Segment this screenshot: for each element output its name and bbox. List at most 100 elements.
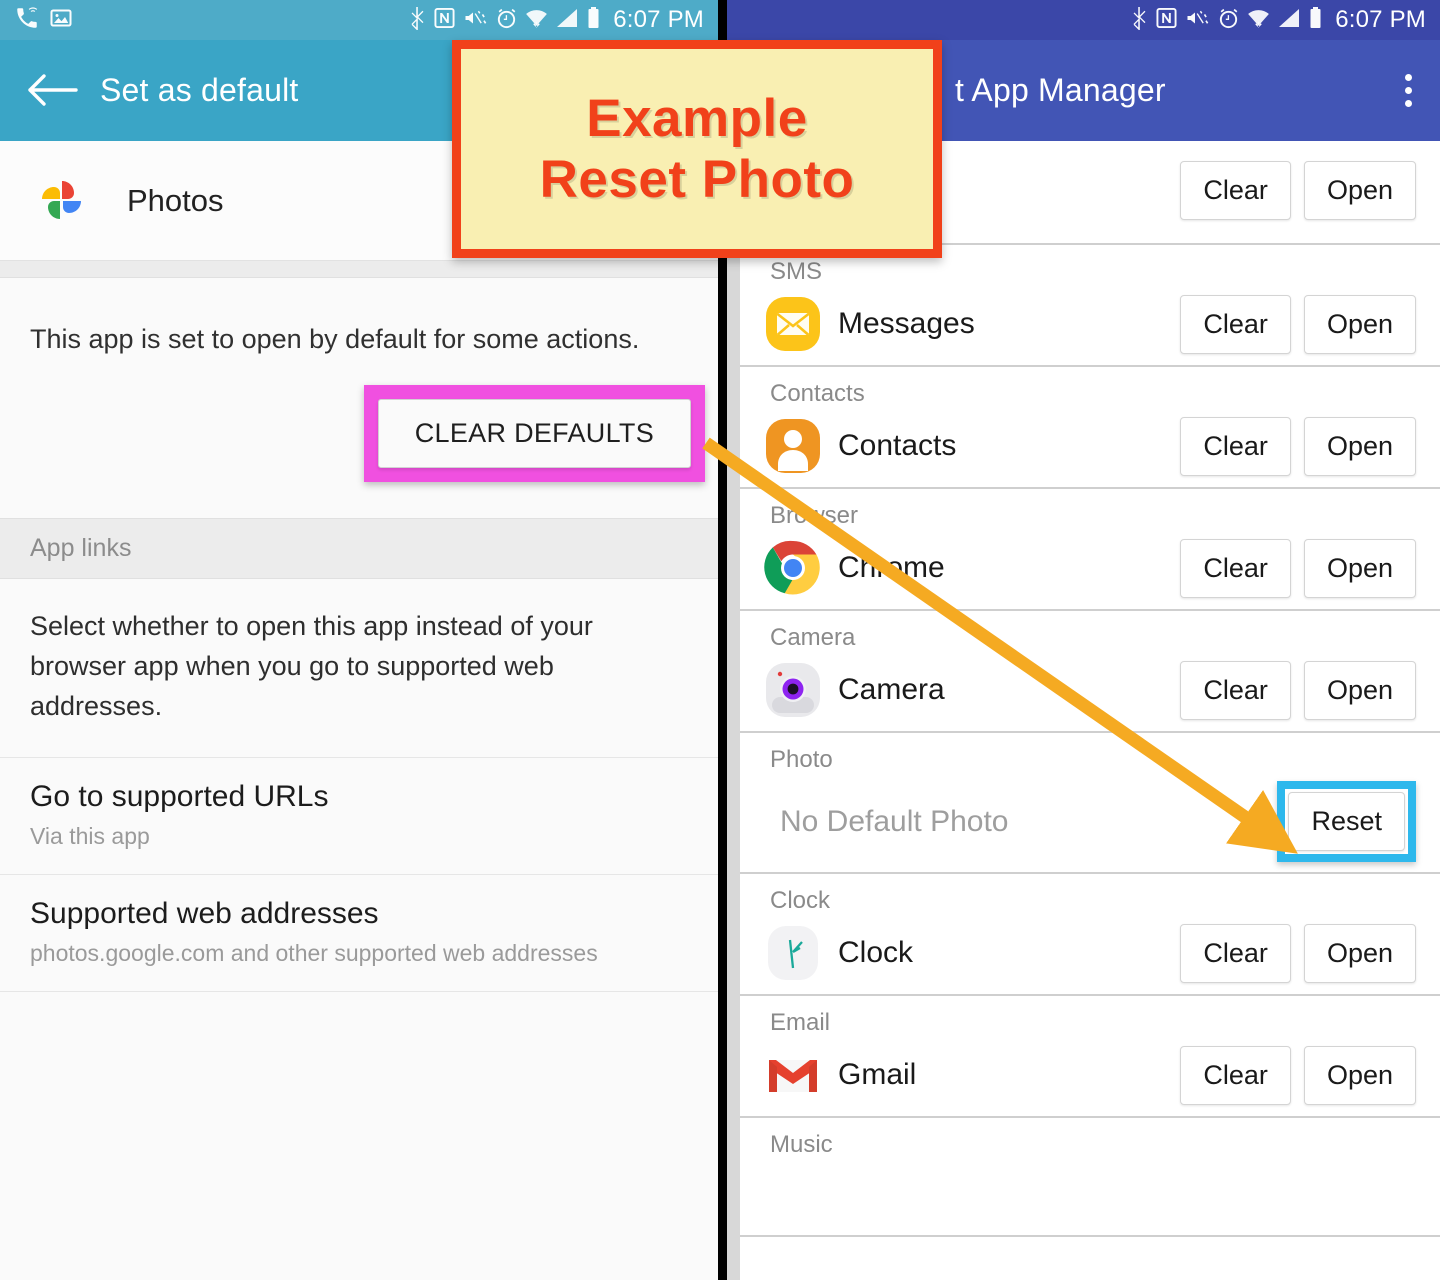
open-button[interactable]: Open [1303, 294, 1416, 354]
right-status-bar: 6:07 PM [727, 0, 1440, 40]
battery-icon [586, 6, 601, 34]
row-actions: Clear Open [1180, 923, 1416, 983]
open-button[interactable]: Open [1303, 160, 1416, 220]
left-status-left-icons [14, 5, 73, 35]
row-app-name: Gmail [838, 1058, 917, 1091]
row-app-name: Contacts [838, 429, 957, 462]
vibrate-mute-icon [1184, 7, 1210, 33]
row-actions: Clear Open [1180, 538, 1416, 598]
list-item[interactable]: SMS Messages Clear Open [740, 245, 1440, 367]
row-actions: Reset [1277, 781, 1416, 862]
row-main: Messages Clear Open [740, 293, 1440, 355]
clear-defaults-button[interactable]: CLEAR DEFAULTS [377, 399, 691, 469]
row-actions: Clear Open [1180, 660, 1416, 720]
row-main: Gmail Clear Open [740, 1044, 1440, 1106]
list-item-subtitle: photos.google.com and other supported we… [30, 939, 598, 966]
row-app-name: Camera [838, 673, 945, 706]
app-name-label: Photos [127, 182, 224, 218]
row-main: Clock Clear Open [740, 922, 1440, 984]
clear-button[interactable]: Clear [1180, 1045, 1291, 1105]
section-divider [0, 261, 718, 278]
clear-button[interactable]: Clear [1180, 660, 1291, 720]
callout-line-2: Reset Photo [539, 150, 855, 209]
row-app-name: Messages [838, 307, 975, 340]
list-item-subtitle: Via this app [30, 822, 150, 849]
google-photos-icon [30, 170, 92, 232]
nfc-icon [434, 7, 455, 33]
app-links-section-header: App links [0, 518, 718, 580]
clear-button[interactable]: Clear [1180, 923, 1291, 983]
list-item[interactable]: Clock Clock Clear Open [740, 874, 1440, 996]
list-item[interactable]: Contacts Contacts Clear Open [740, 367, 1440, 489]
list-item[interactable]: Email Gmail Clear Open [740, 996, 1440, 1118]
clear-button[interactable]: Clear [1180, 538, 1291, 598]
vibrate-mute-icon [462, 7, 488, 33]
row-category: Camera [770, 624, 856, 651]
open-button[interactable]: Open [1303, 923, 1416, 983]
row-main: Contacts Clear Open [740, 415, 1440, 477]
row-actions: Clear Open [1180, 294, 1416, 354]
row-category: Contacts [770, 380, 865, 407]
wifi-icon [525, 7, 548, 34]
contacts-icon [764, 417, 822, 475]
list-item-photo[interactable]: Photo No Default Photo Reset [740, 733, 1440, 874]
overflow-menu-icon[interactable] [1405, 74, 1412, 107]
row-category: Clock [770, 887, 831, 914]
row-main: Chrome Clear Open [740, 537, 1440, 599]
right-status-time: 6:07 PM [1335, 6, 1426, 33]
screenshot-image-icon [49, 6, 73, 34]
list-item[interactable]: Browser Chrome Clear Open [740, 489, 1440, 611]
camera-icon [764, 661, 822, 719]
bluetooth-icon [408, 6, 427, 35]
list-item-go-to-supported-urls[interactable]: Go to supported URLs Via this app [0, 756, 718, 874]
screenshot-root: 6:07 PM Set as default Photos This app i… [0, 0, 1440, 1280]
cellular-signal-icon [555, 7, 579, 33]
right-status-right-icons: 6:07 PM [1130, 6, 1426, 35]
open-button[interactable]: Open [1303, 538, 1416, 598]
battery-icon [1308, 6, 1323, 34]
left-status-right-icons: 6:07 PM [408, 6, 704, 35]
row-category: SMS [770, 258, 823, 285]
row-app-name: Chrome [838, 551, 945, 584]
nfc-icon [1156, 7, 1177, 33]
open-button[interactable]: Open [1303, 1045, 1416, 1105]
left-status-bar: 6:07 PM [0, 0, 718, 40]
cellular-signal-icon [1277, 7, 1301, 33]
gmail-icon [764, 1046, 822, 1104]
row-app-name: No Default Photo [780, 804, 1009, 838]
reset-button[interactable]: Reset [1288, 792, 1405, 851]
clear-button[interactable]: Clear [1180, 160, 1291, 220]
app-links-description: Select whether to open this app instead … [30, 611, 593, 721]
row-category: Photo [770, 746, 833, 773]
row-actions: Clear Open [1180, 160, 1416, 220]
alarm-icon [495, 7, 518, 34]
clear-button[interactable]: Clear [1180, 294, 1291, 354]
open-button[interactable]: Open [1303, 660, 1416, 720]
row-category: Music [770, 1131, 833, 1158]
row-actions: Clear Open [1180, 416, 1416, 476]
list-item-title: Supported web addresses [30, 896, 379, 930]
alarm-icon [1217, 7, 1240, 34]
list-item[interactable]: Camera Camera Clear Open [740, 611, 1440, 733]
back-arrow-icon[interactable] [26, 71, 78, 111]
clear-defaults-row: CLEAR DEFAULTS [0, 357, 718, 483]
callout-line-1: Example [586, 88, 808, 148]
list-item[interactable]: Music [740, 1118, 1440, 1237]
row-actions: Clear Open [1180, 1045, 1416, 1105]
row-category: Email [770, 1009, 831, 1036]
default-note-text: This app is set to open by default for s… [30, 324, 640, 354]
list-item-title: Go to supported URLs [30, 779, 329, 813]
row-app-name: Clock [838, 936, 914, 969]
example-callout-box: Example Reset Photo [452, 40, 942, 258]
open-button[interactable]: Open [1303, 416, 1416, 476]
bluetooth-icon [1130, 6, 1149, 35]
default-app-list[interactable]: Clear Open SMS Messages Clear Open Conta… [740, 141, 1440, 1280]
list-item-supported-web-addresses[interactable]: Supported web addresses photos.google.co… [0, 873, 718, 992]
messages-icon [764, 295, 822, 353]
row-category: Browser [770, 502, 859, 529]
chrome-icon [764, 539, 822, 597]
right-app-bar-title: t App Manager [955, 72, 1166, 108]
row-main: No Default Photo Reset [740, 781, 1440, 862]
wifi-calling-icon [14, 5, 40, 35]
clear-button[interactable]: Clear [1180, 416, 1291, 476]
